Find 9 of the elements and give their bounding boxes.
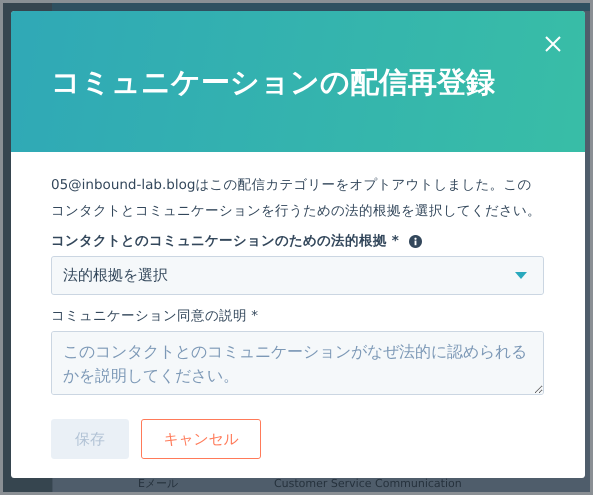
cancel-button[interactable]: キャンセル [141,419,261,459]
dialog-title: コミュニケーションの配信再登録 [51,64,495,100]
field-label: コミュニケーション同意の説明 * [51,307,258,325]
field-label: コンタクトとのコミュニケーションのための法的根拠 * [51,232,399,250]
select-field[interactable]: 法的根拠を選択 [51,256,544,295]
info-icon[interactable] [408,234,422,248]
input-field[interactable]: このコンタクトとのコミュニケーションがなぜ法的に認められるかを説明してください。 [51,331,544,395]
caret-icon [515,272,527,279]
message-text: 05@inbound-lab.blogはこの配信カテゴリーをオプトアウトしました。このコンタクトとコミュニケーションを行うための法的根拠を選択してください。 [51,176,542,221]
